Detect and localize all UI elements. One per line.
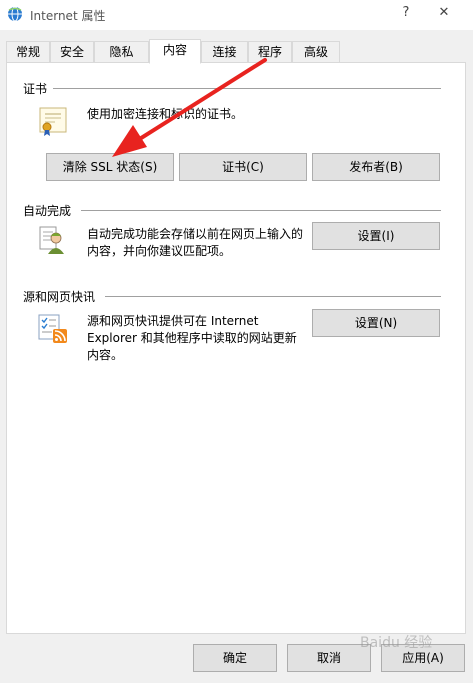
tab-security[interactable]: 安全 — [50, 41, 94, 63]
feeds-group-divider — [105, 296, 441, 297]
rss-feed-icon — [38, 314, 67, 343]
certificates-description: 使用加密连接和标识的证书。 — [87, 107, 244, 121]
autocomplete-description-line2: 内容，并向你建议匹配项。 — [87, 244, 232, 258]
tab-content[interactable]: 内容 — [149, 39, 201, 64]
tab-privacy[interactable]: 隐私 — [94, 41, 149, 63]
tab-connections[interactable]: 连接 — [201, 41, 248, 63]
close-button[interactable]: ✕ — [436, 5, 452, 23]
certificates-group-label: 证书 — [23, 80, 52, 97]
feeds-settings-button[interactable]: 设置(N) — [312, 309, 440, 337]
publishers-button[interactable]: 发布者(B) — [312, 153, 440, 181]
autocomplete-group-label: 自动完成 — [23, 202, 76, 219]
content-panel: 证书 使用加密连接和标识的证书。 清除 SSL 状态(S) 证书(C) 发布者(… — [6, 62, 466, 634]
title-bar: Internet 属性 ? ✕ — [0, 0, 473, 30]
tab-advanced[interactable]: 高级 — [292, 41, 340, 63]
autocomplete-description-line1: 自动完成功能会存储以前在网页上输入的 — [87, 227, 304, 241]
clear-ssl-state-button[interactable]: 清除 SSL 状态(S) — [46, 153, 174, 181]
feeds-group-label: 源和网页快讯 — [23, 288, 100, 305]
certificates-group-divider — [53, 88, 441, 89]
autocomplete-settings-button[interactable]: 设置(I) — [312, 222, 440, 250]
certificate-icon — [39, 107, 67, 136]
window-title: Internet 属性 — [30, 9, 106, 23]
ie-globe-icon — [8, 6, 22, 22]
feeds-description-line1: 源和网页快讯提供可在 Internet — [87, 314, 259, 328]
feeds-description-line2: Explorer 和其他程序中读取的网站更新 — [87, 331, 297, 345]
tab-programs[interactable]: 程序 — [248, 41, 292, 63]
autocomplete-group-divider — [81, 210, 441, 211]
watermark-text: Baidu 经验 — [360, 635, 433, 651]
tab-strip: 常规 安全 隐私 内容 连接 程序 高级 — [6, 39, 466, 64]
help-button[interactable]: ? — [398, 5, 414, 23]
cancel-button[interactable]: 取消 — [287, 644, 371, 672]
tab-general[interactable]: 常规 — [6, 41, 50, 63]
certificates-button[interactable]: 证书(C) — [179, 153, 307, 181]
autocomplete-user-icon — [39, 226, 64, 254]
feeds-description-line3: 内容。 — [87, 348, 124, 362]
ok-button[interactable]: 确定 — [193, 644, 277, 672]
